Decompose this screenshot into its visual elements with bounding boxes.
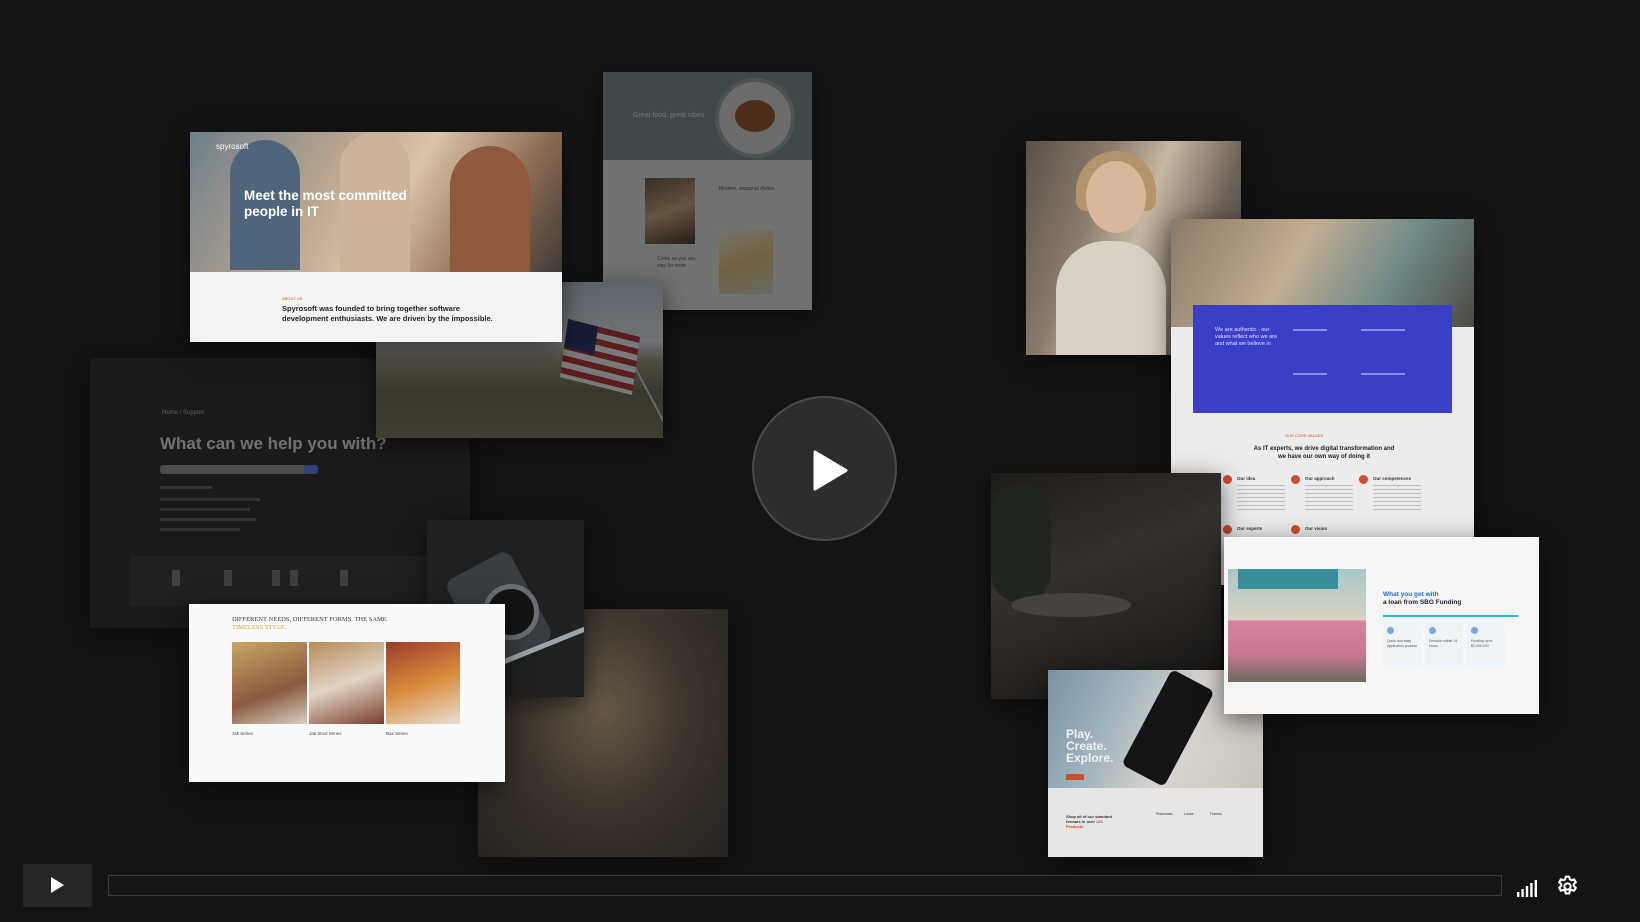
sbg-heading: What you get with a loan from SBG Fundin… xyxy=(1383,591,1462,606)
furniture-caption: Bax Series xyxy=(386,731,408,736)
furniture-photo xyxy=(386,642,460,724)
spyrosoft-body: Spyrosoft was founded to bring together … xyxy=(282,304,493,323)
play-column: Frames xyxy=(1210,812,1222,816)
furniture-caption: Jak Series xyxy=(232,731,254,736)
values-eyebrow: OUR CORE VALUES xyxy=(1285,433,1324,438)
values-panel: We are authentic - our values reflect wh… xyxy=(1193,305,1452,413)
help-search-bar xyxy=(160,465,318,474)
help-breadcrumb: Home / Support xyxy=(162,410,205,416)
play-column: Placemats xyxy=(1156,812,1173,816)
food-truck-photo xyxy=(1228,569,1366,682)
play-column: Loose xyxy=(1184,812,1194,816)
values-panel-text: We are authentic - our values reflect wh… xyxy=(1215,327,1278,347)
sbg-feature: Decision within 24 hours xyxy=(1425,623,1463,667)
cafe-interior-photo xyxy=(991,473,1221,699)
food-text: Modern, seasonal dishes xyxy=(719,186,775,192)
spyrosoft-eyebrow: ABOUT US xyxy=(282,296,303,301)
play-slogan: Play. Create. Explore. xyxy=(1066,727,1114,765)
play-button[interactable]: Play xyxy=(23,864,92,907)
furniture-photo xyxy=(232,642,307,724)
play-cta xyxy=(1066,774,1084,780)
sbg-funding-site-thumbnail: What you get with a loan from SBG Fundin… xyxy=(1224,537,1539,714)
spyrosoft-site-thumbnail: spyrosoft Meet the most committed people… xyxy=(190,132,562,342)
furniture-site-thumbnail: DIFFERENT NEEDS, DIFFERENT FORMS. THE SA… xyxy=(189,604,505,782)
play-footer-text: Shop all of our standard formats in over… xyxy=(1066,814,1113,829)
food-text: Come as you are, stay for more xyxy=(657,256,697,269)
help-toolbar xyxy=(130,556,460,606)
furniture-caption: Jak Stool Series xyxy=(309,731,342,736)
food-heading: Great food, great vibes xyxy=(633,112,705,119)
sbg-feature: Funding up to $2,000,000 xyxy=(1467,623,1505,667)
spyrosoft-logo: spyrosoft xyxy=(216,142,249,151)
gear-icon xyxy=(1558,875,1577,895)
settings-button[interactable]: Settings xyxy=(1555,874,1580,899)
help-question: What can we help you with? xyxy=(160,434,387,453)
volume-button[interactable]: Volume xyxy=(1516,877,1538,899)
play-icon xyxy=(51,877,64,893)
food-photo xyxy=(719,230,773,294)
video-poster[interactable]: Home / Support What can we help you with… xyxy=(0,0,1640,922)
big-play-button[interactable]: Play video xyxy=(752,396,897,541)
food-photo xyxy=(645,178,695,244)
play-icon xyxy=(813,450,848,491)
values-title: As IT experts, we drive digital transfor… xyxy=(1253,446,1395,460)
volume-icon xyxy=(1517,880,1537,897)
progress-bar[interactable] xyxy=(108,875,1502,896)
furniture-photo xyxy=(309,642,384,724)
furniture-heading: DIFFERENT NEEDS, DIFFERENT FORMS. THE SA… xyxy=(232,616,387,631)
food-site-thumbnail: Great food, great vibes Modern, seasonal… xyxy=(603,72,812,310)
spyrosoft-headline: Meet the most committed people in IT xyxy=(244,188,407,219)
sbg-feature: Quick and easy application process xyxy=(1383,623,1421,667)
